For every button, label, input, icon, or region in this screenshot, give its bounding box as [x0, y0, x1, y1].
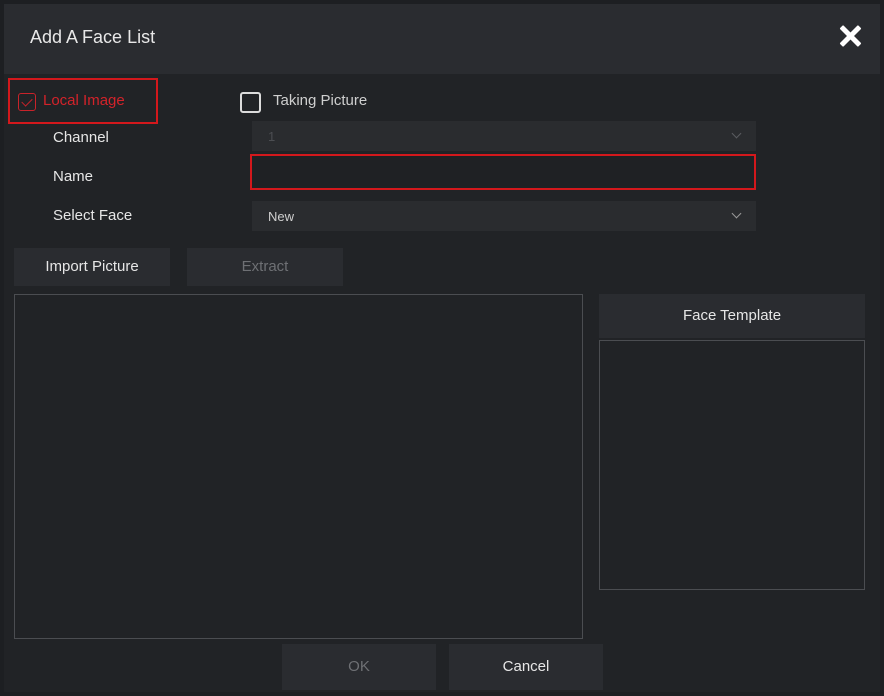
name-label: Name	[53, 168, 94, 185]
face-template-area	[599, 340, 865, 590]
chevron-down-icon	[731, 208, 742, 219]
chevron-down-icon	[731, 128, 742, 139]
dialog-titlebar: Add A Face List	[4, 4, 880, 74]
image-preview-area[interactable]	[14, 294, 583, 639]
taking-picture-label[interactable]: Taking Picture	[273, 92, 367, 109]
select-face-label: Select Face	[53, 207, 133, 224]
taking-picture-checkbox[interactable]	[240, 92, 261, 113]
channel-select: 1	[252, 121, 756, 151]
close-icon[interactable]	[832, 20, 868, 56]
add-face-list-dialog: Add A Face List Local Image Taking Pictu…	[4, 4, 880, 692]
ok-button[interactable]: OK	[282, 644, 436, 690]
channel-label: Channel	[53, 129, 109, 146]
face-template-header: Face Template	[599, 294, 865, 338]
name-input[interactable]	[250, 154, 756, 190]
dialog-title: Add A Face List	[30, 27, 156, 47]
import-picture-button[interactable]: Import Picture	[14, 248, 170, 286]
channel-value: 1	[268, 129, 276, 144]
select-face-dropdown[interactable]: New	[252, 201, 756, 231]
select-face-value: New	[268, 209, 295, 224]
local-image-checkbox[interactable]	[18, 93, 36, 111]
local-image-label[interactable]: Local Image	[43, 92, 125, 109]
extract-button: Extract	[187, 248, 343, 286]
cancel-button[interactable]: Cancel	[449, 644, 603, 690]
